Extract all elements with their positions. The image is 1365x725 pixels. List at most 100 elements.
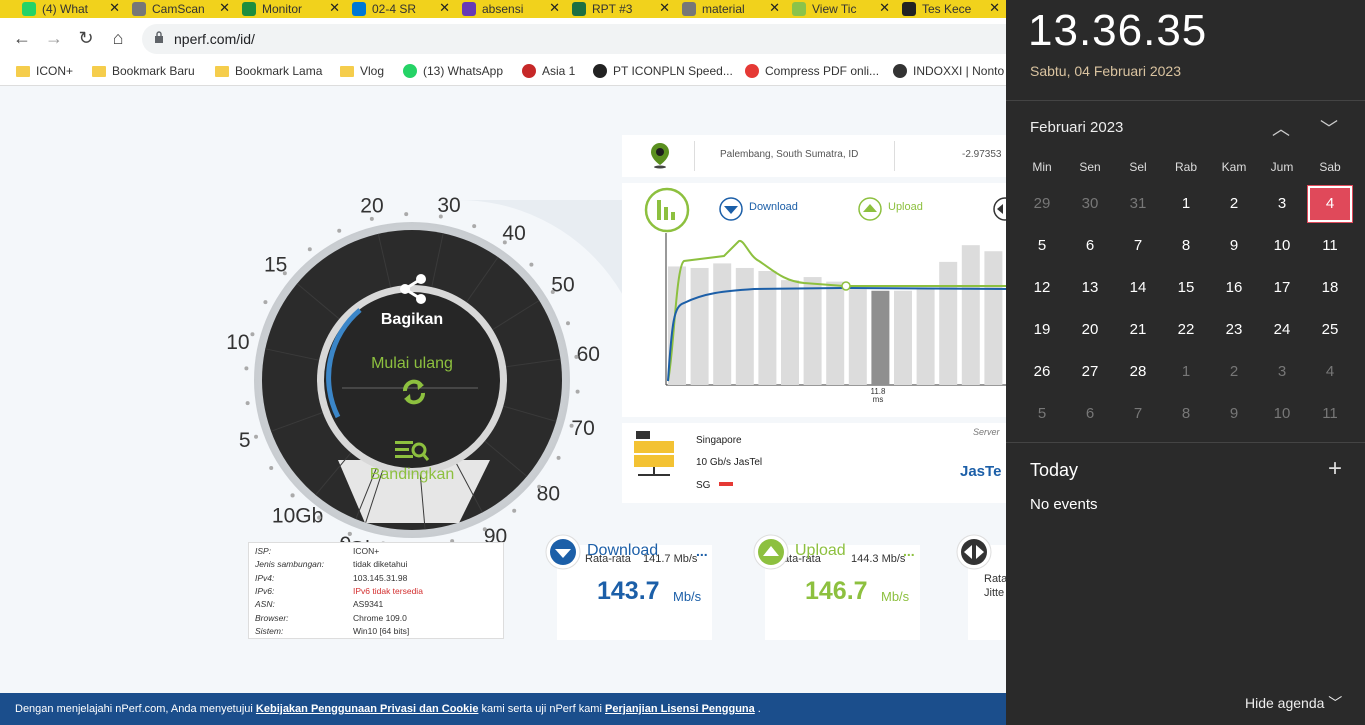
calendar-day[interactable]: 14	[1115, 269, 1161, 307]
calendar-day[interactable]: 31	[1115, 185, 1161, 223]
calendar-day[interactable]: 8	[1163, 227, 1209, 265]
calendar-day[interactable]: 5	[1019, 395, 1065, 433]
browser-tab[interactable]: View Tic ✕	[788, 0, 896, 18]
browser-tab[interactable]: Tes Kece ✕	[898, 0, 1006, 18]
close-tab-icon[interactable]: ✕	[659, 0, 670, 16]
clock-date[interactable]: Sabtu, 04 Februari 2023	[1030, 63, 1181, 79]
privacy-link[interactable]: Kebijakan Penggunaan Privasi dan Cookie	[256, 703, 479, 715]
calendar-day[interactable]: 7	[1115, 227, 1161, 265]
home-icon[interactable]: ⌂	[106, 26, 130, 50]
close-tab-icon[interactable]: ✕	[879, 0, 890, 16]
download-title: Download	[587, 542, 659, 559]
back-icon[interactable]: ←	[10, 26, 34, 50]
browser-tab[interactable]: material ✕	[678, 0, 786, 18]
calendar-day[interactable]: 7	[1115, 395, 1161, 433]
calendar-day[interactable]: 18	[1307, 269, 1353, 307]
bookmark-item[interactable]: (13) WhatsApp	[403, 64, 503, 78]
calendar-day[interactable]: 24	[1259, 311, 1305, 349]
hide-agenda-button[interactable]: Hide agenda ﹀	[1245, 693, 1342, 713]
calendar-day[interactable]: 29	[1019, 185, 1065, 223]
calendar-day[interactable]: 2	[1211, 185, 1257, 223]
calendar-day[interactable]: 5	[1019, 227, 1065, 265]
calendar-day[interactable]: 9	[1211, 227, 1257, 265]
close-tab-icon[interactable]: ✕	[769, 0, 780, 16]
download-legend-icon[interactable]	[718, 197, 744, 221]
calendar-day[interactable]: 21	[1115, 311, 1161, 349]
server-label: Server	[973, 427, 1000, 437]
bar-chart-icon[interactable]	[644, 187, 690, 233]
address-bar[interactable]: nperf.com/id/	[142, 24, 1012, 54]
chevron-up-icon[interactable]: ︿	[1272, 115, 1290, 141]
calendar-day[interactable]: 27	[1067, 353, 1113, 391]
download-legend-label[interactable]: Download	[749, 201, 798, 213]
calendar-day[interactable]: 26	[1019, 353, 1065, 391]
close-tab-icon[interactable]: ✕	[989, 0, 1000, 16]
bookmark-item[interactable]: Asia 1	[522, 64, 575, 78]
browser-tab[interactable]: absensi ✕	[458, 0, 566, 18]
browser-tab[interactable]: CamScan ✕	[128, 0, 236, 18]
calendar-day[interactable]: 1	[1163, 185, 1209, 223]
calendar-day[interactable]: 4	[1307, 353, 1353, 391]
upload-more-button[interactable]: ...	[903, 543, 915, 559]
compare-label[interactable]: Bandingkan	[352, 466, 472, 484]
close-tab-icon[interactable]: ✕	[109, 0, 120, 16]
compare-icon[interactable]	[395, 439, 429, 463]
restart-icon[interactable]	[399, 377, 429, 407]
calendar-day[interactable]: 30	[1067, 185, 1113, 223]
calendar-day[interactable]: 20	[1067, 311, 1113, 349]
calendar-day[interactable]: 15	[1163, 269, 1209, 307]
bookmark-item[interactable]: INDOXXI | Nonto	[893, 64, 1004, 78]
close-tab-icon[interactable]: ✕	[549, 0, 560, 16]
calendar-day[interactable]: 16	[1211, 269, 1257, 307]
calendar-day-today[interactable]: 4	[1307, 185, 1353, 223]
add-event-icon[interactable]: +	[1328, 455, 1342, 483]
bookmark-item[interactable]: Compress PDF onli...	[745, 64, 879, 78]
calendar-day[interactable]: 2	[1211, 353, 1257, 391]
close-tab-icon[interactable]: ✕	[439, 0, 450, 16]
calendar-day[interactable]: 3	[1259, 353, 1305, 391]
bookmark-item[interactable]: Bookmark Lama	[215, 64, 322, 78]
close-tab-icon[interactable]: ✕	[219, 0, 230, 16]
calendar-day[interactable]: 11	[1307, 395, 1353, 433]
calendar-day[interactable]: 11	[1307, 227, 1353, 265]
calendar-day[interactable]: 6	[1067, 227, 1113, 265]
restart-label[interactable]: Mulai ulang	[352, 355, 472, 373]
chevron-down-icon[interactable]: ﹀	[1320, 115, 1338, 141]
bookmark-item[interactable]: PT ICONPLN Speed...	[593, 64, 733, 78]
calendar-day[interactable]: 8	[1163, 395, 1209, 433]
bookmark-item[interactable]: Vlog	[340, 64, 384, 78]
browser-tab[interactable]: RPT #3 ✕	[568, 0, 676, 18]
forward-icon[interactable]: →	[42, 26, 66, 50]
calendar-day[interactable]: 28	[1115, 353, 1161, 391]
calendar-day[interactable]: 1	[1163, 353, 1209, 391]
license-link[interactable]: Perjanjian Lisensi Pengguna	[605, 703, 755, 715]
share-label[interactable]: Bagikan	[362, 311, 462, 329]
divider	[694, 141, 695, 171]
calendar-day[interactable]: 9	[1211, 395, 1257, 433]
upload-legend-icon[interactable]	[857, 197, 883, 221]
calendar-day[interactable]: 3	[1259, 185, 1305, 223]
calendar-day[interactable]: 17	[1259, 269, 1305, 307]
share-icon[interactable]	[397, 274, 429, 304]
calendar-day[interactable]: 19	[1019, 311, 1065, 349]
bookmark-item[interactable]: ICON+	[16, 64, 73, 78]
browser-tab[interactable]: (4) What ✕	[18, 0, 126, 18]
calendar-day[interactable]: 25	[1307, 311, 1353, 349]
upload-legend-label[interactable]: Upload	[888, 201, 923, 213]
download-more-button[interactable]: ...	[696, 543, 708, 559]
calendar-day[interactable]: 6	[1067, 395, 1113, 433]
location-bar: Palembang, South Sumatra, ID -2.97353	[622, 135, 1010, 177]
browser-tab[interactable]: 02-4 SR ✕	[348, 0, 456, 18]
calendar-day[interactable]: 13	[1067, 269, 1113, 307]
browser-tab[interactable]: Monitor ✕	[238, 0, 346, 18]
calendar-day[interactable]: 12	[1019, 269, 1065, 307]
calendar-day[interactable]: 23	[1211, 311, 1257, 349]
tab-favicon-icon	[572, 2, 586, 16]
calendar-day[interactable]: 10	[1259, 395, 1305, 433]
calendar-day[interactable]: 22	[1163, 311, 1209, 349]
calendar-month[interactable]: Februari 2023	[1030, 119, 1123, 136]
close-tab-icon[interactable]: ✕	[329, 0, 340, 16]
reload-icon[interactable]: ↻	[74, 26, 98, 50]
bookmark-item[interactable]: Bookmark Baru	[92, 64, 195, 78]
calendar-day[interactable]: 10	[1259, 227, 1305, 265]
